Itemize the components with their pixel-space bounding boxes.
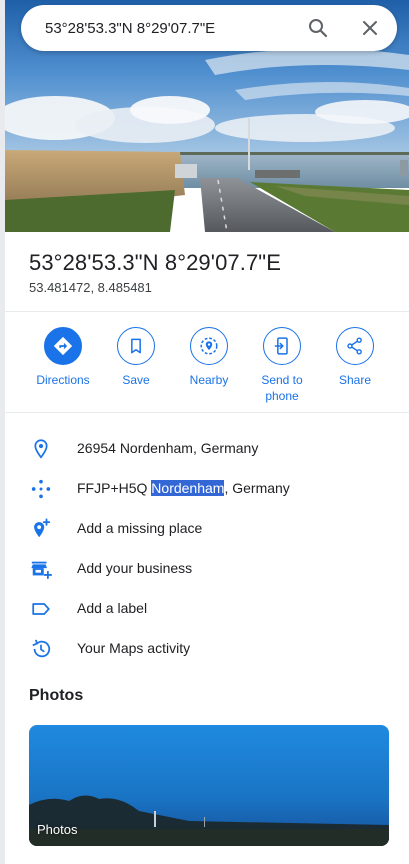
photos-card[interactable]: Photos — [29, 725, 389, 846]
directions-label: Directions — [36, 373, 90, 387]
action-buttons: Directions Save Nearby Send to phone Sha… — [5, 327, 409, 407]
search-button[interactable] — [306, 16, 330, 40]
search-box — [21, 5, 397, 51]
close-icon — [363, 21, 377, 35]
nearby-button[interactable]: Nearby — [173, 327, 245, 388]
divider — [5, 311, 409, 312]
share-circle — [336, 327, 374, 365]
plus-code-suffix: , Germany — [224, 480, 290, 496]
nearby-circle — [190, 327, 228, 365]
directions-circle — [44, 327, 82, 365]
add-business-row[interactable]: Add your business — [5, 549, 409, 589]
photos-card-label: Photos — [37, 822, 78, 837]
share-label: Share — [338, 373, 372, 387]
label-icon — [29, 597, 53, 621]
plus-code-icon — [29, 477, 53, 501]
directions-button[interactable]: Directions — [27, 327, 99, 388]
search-icon — [309, 19, 328, 38]
selected-text: Nordenham — [151, 480, 225, 496]
address-text: 26954 Nordenham, Germany — [77, 440, 259, 456]
history-icon — [29, 637, 53, 661]
nearby-icon — [200, 337, 218, 355]
add-missing-place-row[interactable]: Add a missing place — [5, 509, 409, 549]
plus-code-prefix: FFJP+H5Q — [77, 480, 152, 496]
add-label-row[interactable]: Add a label — [5, 589, 409, 629]
clear-search-button[interactable] — [358, 16, 382, 40]
send-to-phone-button[interactable]: Send to phone — [246, 327, 318, 404]
nearby-label: Nearby — [189, 373, 229, 387]
add-missing-place-text: Add a missing place — [77, 520, 203, 536]
send-to-phone-circle — [263, 327, 301, 365]
directions-icon — [53, 336, 73, 356]
add-location-icon — [29, 517, 53, 541]
plus-code-text: FFJP+H5Q Nordenham, Germany — [77, 480, 290, 496]
place-pin-icon — [29, 437, 53, 461]
place-coordinates: 53.481472, 8.485481 — [29, 280, 152, 295]
maps-activity-row[interactable]: Your Maps activity — [5, 629, 409, 669]
send-to-phone-label: Send to phone — [261, 373, 303, 403]
bookmark-icon — [131, 338, 141, 354]
save-button[interactable]: Save — [100, 327, 172, 388]
send-to-phone-icon — [274, 337, 288, 355]
photos-heading: Photos — [29, 687, 84, 704]
search-input[interactable] — [45, 18, 295, 38]
save-label: Save — [122, 373, 150, 387]
save-circle — [117, 327, 155, 365]
add-label-text: Add a label — [77, 600, 148, 616]
photo-thumbnail — [29, 725, 389, 846]
place-title: 53°28'53.3"N 8°29'07.7"E — [29, 250, 281, 275]
divider — [5, 412, 409, 413]
add-business-text: Add your business — [77, 560, 193, 576]
address-row[interactable]: 26954 Nordenham, Germany — [5, 429, 409, 469]
maps-activity-text: Your Maps activity — [77, 640, 191, 656]
share-icon — [347, 337, 362, 355]
share-button[interactable]: Share — [319, 327, 391, 388]
add-business-icon — [29, 557, 53, 581]
place-panel: 53°28'53.3"N 8°29'07.7"E 53.481472, 8.48… — [5, 0, 409, 864]
plus-code-row[interactable]: FFJP+H5Q Nordenham, Germany — [5, 469, 409, 509]
